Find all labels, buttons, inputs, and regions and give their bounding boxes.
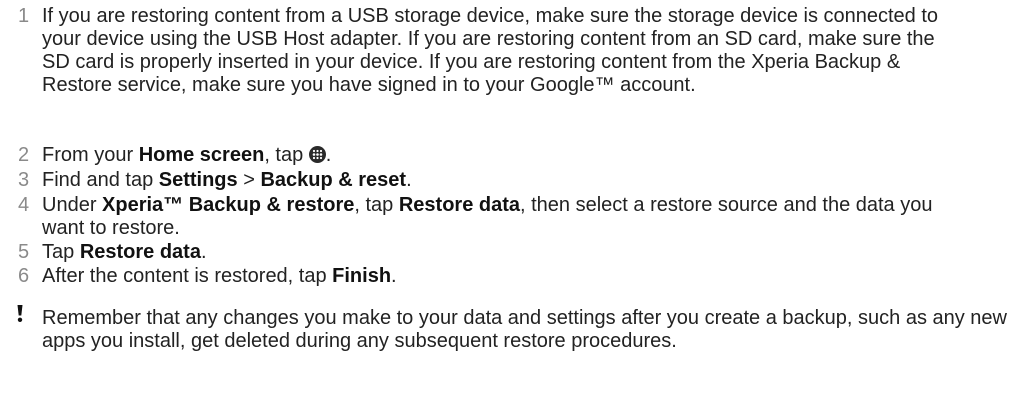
step-text-segment: , tap bbox=[354, 194, 399, 216]
backup-reset-label: Backup & reset bbox=[260, 169, 407, 191]
step-text: From your Home screen, tap . bbox=[42, 144, 331, 166]
step-text-segment: From your bbox=[42, 144, 139, 166]
step-text: Tap Restore data. bbox=[42, 241, 207, 263]
step-text-segment: After the content is restored, tap bbox=[42, 265, 333, 287]
step-text-segment: . bbox=[200, 241, 207, 263]
step-text-segment: . bbox=[325, 144, 332, 166]
note-text: Remember that any changes you make to yo… bbox=[42, 307, 1007, 352]
step-5: 5 Tap Restore data. bbox=[0, 241, 1035, 264]
step-text-segment: Under bbox=[42, 194, 103, 216]
step-number: 3 bbox=[18, 169, 30, 191]
home-screen-label: Home screen bbox=[138, 144, 265, 166]
step-6: 6 After the content is restored, tap Fin… bbox=[0, 265, 1035, 288]
step-number: 4 bbox=[18, 194, 30, 216]
step-number: 1 bbox=[18, 5, 30, 27]
step-text-segment: Find and tap bbox=[42, 169, 159, 191]
step-3: 3 Find and tap Settings > Backup & reset… bbox=[0, 169, 1035, 192]
finish-label: Finish bbox=[332, 265, 392, 287]
step-text-segment: . bbox=[406, 169, 412, 191]
step-text-segment: , tap bbox=[264, 144, 309, 166]
step-1: 1 If you are restoring content from a US… bbox=[0, 5, 1035, 97]
step-number: 2 bbox=[18, 144, 30, 166]
step-number: 6 bbox=[18, 265, 30, 287]
apps-grid-icon bbox=[308, 146, 326, 163]
step-2: 2 From your Home screen, tap . bbox=[0, 144, 1035, 167]
restore-data-label: Restore data bbox=[398, 194, 520, 216]
step-text: Find and tap Settings > Backup & reset. bbox=[42, 169, 412, 191]
step-text-segment: > bbox=[237, 169, 261, 191]
step-number: 5 bbox=[18, 241, 30, 263]
step-text-segment: . bbox=[391, 265, 397, 287]
step-text: Under Xperia™ Backup & restore, tap Rest… bbox=[42, 194, 962, 240]
step-text: After the content is restored, tap Finis… bbox=[42, 265, 397, 287]
restore-data-label: Restore data bbox=[79, 241, 201, 263]
step-4: 4 Under Xperia™ Backup & restore, tap Re… bbox=[0, 194, 1035, 240]
settings-label: Settings bbox=[158, 169, 238, 191]
step-text: If you are restoring content from a USB … bbox=[42, 5, 939, 96]
step-text-segment: Tap bbox=[42, 241, 80, 263]
exclamation-icon bbox=[15, 303, 25, 325]
xperia-backup-restore-label: Xperia™ Backup & restore bbox=[102, 194, 355, 216]
